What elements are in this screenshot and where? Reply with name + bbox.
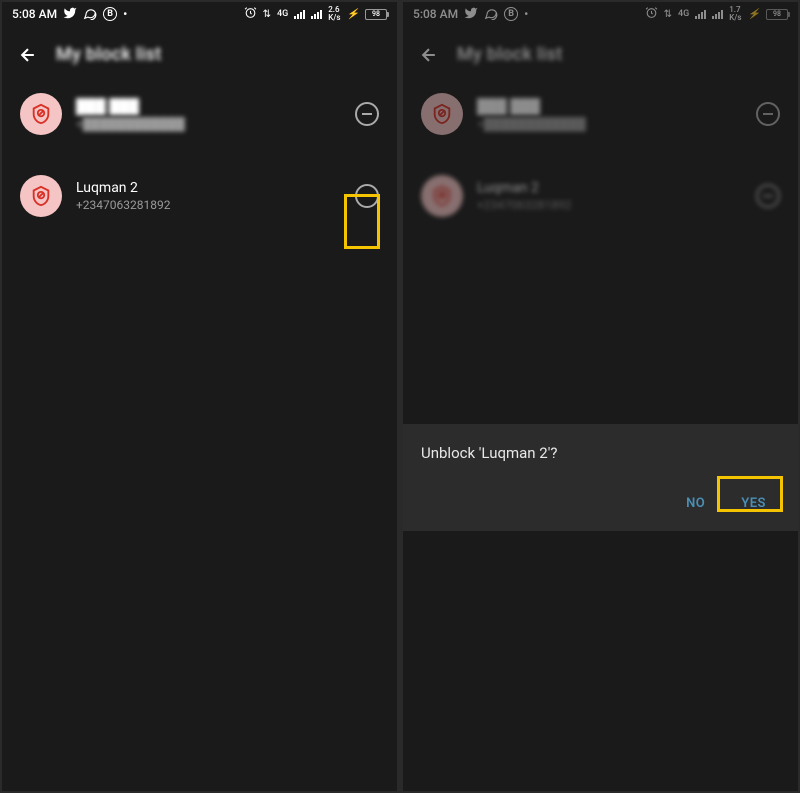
avatar bbox=[421, 93, 463, 135]
blocked-contact-row[interactable]: ███ ███ +████████████ bbox=[2, 83, 397, 145]
flash-icon: ⚡ bbox=[347, 9, 359, 20]
avatar bbox=[421, 175, 463, 217]
flash-icon: ⚡ bbox=[748, 9, 760, 20]
unblock-button[interactable] bbox=[355, 102, 379, 126]
contact-number: +2347063281892 bbox=[76, 198, 341, 212]
blocked-contact-row: Luqman 2 +2347063281892 bbox=[403, 165, 798, 227]
b-badge-icon: B bbox=[504, 7, 518, 21]
screen-unblock-dialog: 5:08 AM B • ⇅ 4G 1.7 K/s ⚡ bbox=[403, 2, 798, 791]
page-title: My block list bbox=[56, 44, 162, 65]
alarm-icon bbox=[244, 6, 257, 22]
contact-number: +████████████ bbox=[477, 117, 742, 131]
data-arrows-icon: ⇅ bbox=[263, 9, 271, 20]
dialog-message: Unblock 'Luqman 2'? bbox=[421, 444, 780, 462]
shield-block-icon bbox=[30, 103, 52, 125]
screen-block-list: 5:08 AM B • ⇅ 4G 2.6 K/s ⚡ 98 My bbox=[2, 2, 397, 791]
b-badge-icon: B bbox=[103, 7, 117, 21]
dot-icon: • bbox=[524, 7, 528, 21]
app-header: My block list bbox=[2, 26, 397, 83]
unblock-button bbox=[756, 184, 780, 208]
shield-block-icon bbox=[431, 103, 453, 125]
battery-icon: 98 bbox=[365, 9, 387, 20]
whatsapp-icon bbox=[83, 6, 97, 23]
back-arrow-icon[interactable] bbox=[18, 45, 38, 65]
status-time: 5:08 AM bbox=[413, 7, 458, 21]
network-type: 4G bbox=[678, 9, 689, 19]
network-type: 4G bbox=[277, 9, 288, 19]
dot-icon: • bbox=[123, 7, 127, 21]
dialog-yes-button[interactable]: YES bbox=[727, 488, 780, 519]
confirm-dialog: Unblock 'Luqman 2'? NO YES bbox=[403, 424, 798, 531]
avatar bbox=[20, 175, 62, 217]
shield-block-icon bbox=[431, 185, 453, 207]
contact-name: Luqman 2 bbox=[477, 180, 742, 196]
data-rate: 1.7 K/s bbox=[729, 6, 741, 22]
dialog-no-button[interactable]: NO bbox=[672, 488, 719, 519]
data-rate: 2.6 K/s bbox=[328, 6, 340, 22]
unblock-button[interactable] bbox=[355, 184, 379, 208]
blocked-contact-row[interactable]: Luqman 2 +2347063281892 bbox=[2, 165, 397, 227]
signal-icon bbox=[695, 9, 706, 19]
status-bar: 5:08 AM B • ⇅ 4G 2.6 K/s ⚡ 98 bbox=[2, 2, 397, 26]
shield-block-icon bbox=[30, 185, 52, 207]
blocked-contact-row: ███ ███ +████████████ bbox=[403, 83, 798, 145]
contact-number: +████████████ bbox=[76, 117, 341, 131]
status-bar: 5:08 AM B • ⇅ 4G 1.7 K/s ⚡ bbox=[403, 2, 798, 26]
alarm-icon bbox=[645, 6, 658, 22]
back-arrow-icon[interactable] bbox=[419, 45, 439, 65]
app-header: My block list bbox=[403, 26, 798, 83]
twitter-icon bbox=[464, 6, 478, 23]
signal-icon-2 bbox=[311, 9, 322, 19]
signal-icon bbox=[294, 9, 305, 19]
contact-number: +2347063281892 bbox=[477, 198, 742, 212]
contact-name: ███ ███ bbox=[76, 98, 341, 115]
battery-icon: 98 bbox=[766, 9, 788, 20]
twitter-icon bbox=[63, 6, 77, 23]
data-arrows-icon: ⇅ bbox=[664, 9, 672, 20]
contact-name: Luqman 2 bbox=[76, 180, 341, 196]
unblock-button bbox=[756, 102, 780, 126]
signal-icon-2 bbox=[712, 9, 723, 19]
whatsapp-icon bbox=[484, 6, 498, 23]
page-title: My block list bbox=[457, 44, 563, 65]
avatar bbox=[20, 93, 62, 135]
status-time: 5:08 AM bbox=[12, 7, 57, 21]
contact-name: ███ ███ bbox=[477, 98, 742, 115]
